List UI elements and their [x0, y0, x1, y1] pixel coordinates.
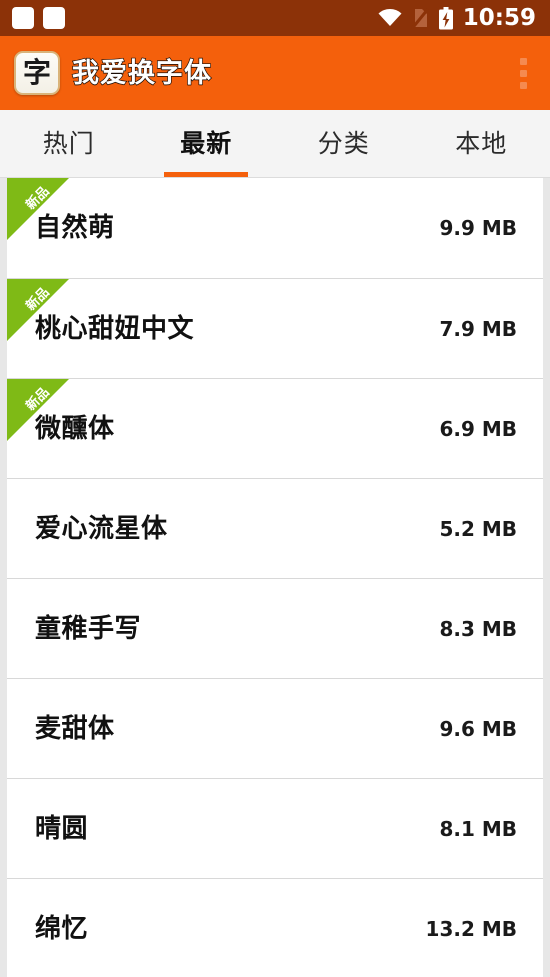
font-size: 13.2 MB: [425, 916, 517, 941]
action-bar: 字 我爱换字体: [0, 36, 550, 110]
overflow-dot: [519, 57, 527, 65]
list-item[interactable]: 麦甜体 9.6 MB: [7, 678, 543, 778]
font-size: 8.1 MB: [439, 816, 517, 841]
font-list-scroll-container[interactable]: 新品 自然萌 9.9 MB 新品 桃心甜妞中文 7.9 MB 新品 微醺体 6.…: [0, 178, 550, 977]
font-size: 9.6 MB: [439, 716, 517, 741]
font-size: 7.9 MB: [439, 316, 517, 341]
list-item[interactable]: 晴圆 8.1 MB: [7, 778, 543, 878]
font-name: 童稚手写: [35, 613, 142, 644]
font-name: 晴圆: [35, 813, 89, 844]
wifi-icon: [378, 9, 402, 27]
list-item[interactable]: 新品 自然萌 9.9 MB: [7, 178, 543, 278]
overflow-menu-icon[interactable]: [510, 53, 536, 93]
app-title: 我爱换字体: [71, 57, 212, 89]
font-size: 5.2 MB: [439, 516, 517, 541]
status-bar-clock: 10:59: [462, 4, 536, 31]
tab-label: 热门: [42, 129, 95, 158]
status-bar: 10:59: [0, 0, 550, 36]
font-name: 微醺体: [35, 413, 115, 444]
list-item[interactable]: 绵忆 13.2 MB: [7, 878, 543, 977]
tab-hot[interactable]: 热门: [0, 110, 138, 177]
tab-label: 最新: [180, 129, 233, 158]
list-item[interactable]: 新品 桃心甜妞中文 7.9 MB: [7, 278, 543, 378]
tab-active-indicator: [164, 172, 249, 177]
notification-icon: [43, 7, 65, 29]
font-size: 6.9 MB: [439, 416, 517, 441]
tab-newest[interactable]: 最新: [138, 110, 276, 177]
font-name: 绵忆: [35, 913, 89, 944]
app-logo-glyph: 字: [22, 56, 51, 89]
font-name: 桃心甜妞中文: [35, 313, 195, 344]
overflow-dot: [519, 81, 527, 89]
tab-bar: 热门 最新 分类 本地: [0, 110, 550, 178]
list-item[interactable]: 爱心流星体 5.2 MB: [7, 478, 543, 578]
list-item[interactable]: 童稚手写 8.3 MB: [7, 578, 543, 678]
font-size: 9.9 MB: [439, 216, 517, 240]
font-name: 自然萌: [35, 213, 115, 243]
app-logo-icon: 字: [14, 51, 60, 95]
font-size: 8.3 MB: [439, 616, 517, 641]
font-name: 爱心流星体: [35, 513, 168, 544]
font-list: 新品 自然萌 9.9 MB 新品 桃心甜妞中文 7.9 MB 新品 微醺体 6.…: [7, 178, 543, 977]
list-item[interactable]: 新品 微醺体 6.9 MB: [7, 378, 543, 478]
tab-local[interactable]: 本地: [413, 110, 550, 177]
status-bar-notifications: [12, 7, 65, 29]
tab-category[interactable]: 分类: [275, 110, 413, 177]
notification-icon: [12, 7, 34, 29]
tab-label: 分类: [317, 129, 370, 158]
sim-card-off-icon: [411, 7, 429, 29]
tab-label: 本地: [455, 129, 508, 158]
font-name: 麦甜体: [35, 713, 115, 744]
overflow-dot: [519, 69, 527, 77]
status-bar-system-icons: 10:59: [378, 4, 536, 31]
battery-charging-icon: [438, 6, 454, 30]
